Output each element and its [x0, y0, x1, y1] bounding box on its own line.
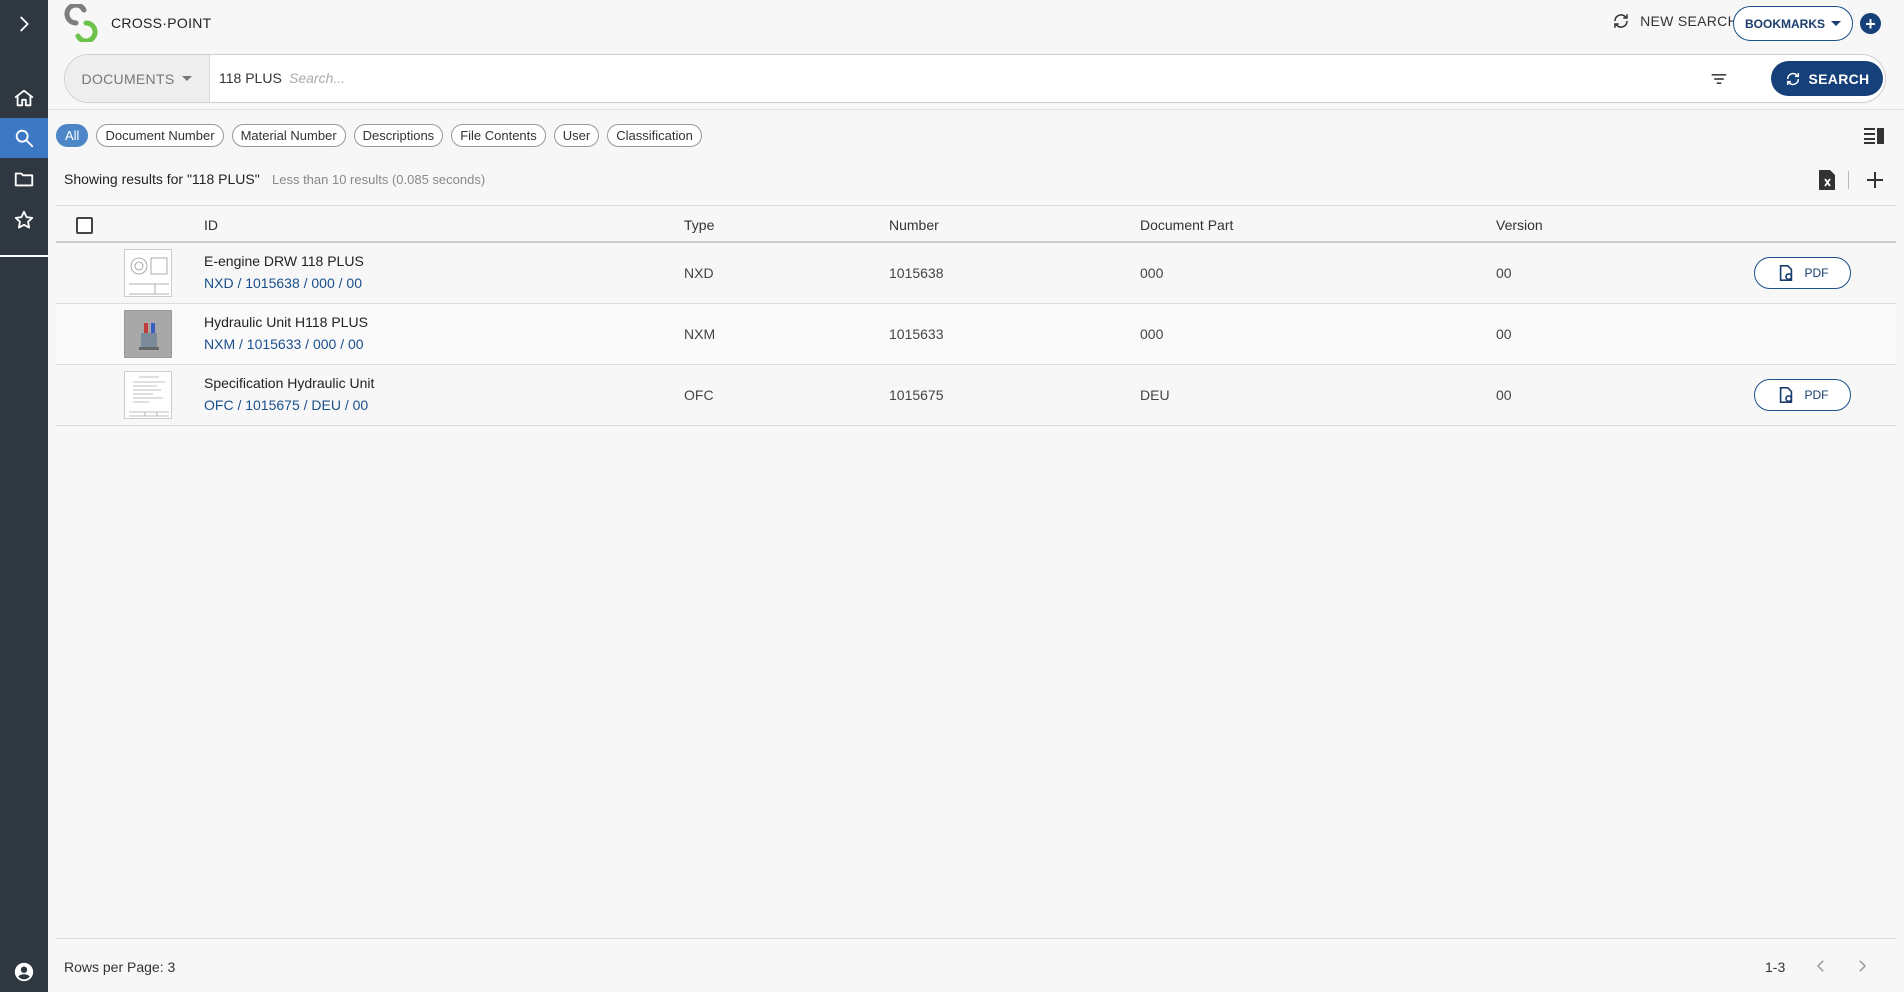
chevron-right-icon	[20, 16, 29, 32]
cell-version: 00	[1496, 387, 1512, 403]
chip-document-number[interactable]: Document Number	[96, 124, 224, 147]
table-row[interactable]: Hydraulic Unit H118 PLUS NXM / 1015633 /…	[56, 304, 1896, 365]
chip-descriptions[interactable]: Descriptions	[353, 124, 444, 147]
search-query-chip[interactable]: 118 PLUS	[219, 70, 282, 86]
chip-file-contents[interactable]: File Contents	[451, 124, 546, 147]
column-type[interactable]: Type	[684, 217, 714, 233]
export-excel-icon[interactable]	[1817, 169, 1837, 191]
search-bar: DOCUMENTS 118 PLUS SEARCH	[64, 54, 1886, 103]
previous-page-button[interactable]	[1812, 957, 1830, 975]
column-number[interactable]: Number	[889, 217, 939, 233]
search-icon	[15, 129, 34, 148]
brand-name: CROSS·POINT	[111, 15, 212, 31]
chip-user[interactable]: User	[553, 124, 600, 147]
add-icon[interactable]	[1864, 169, 1886, 191]
view-toggle-icon[interactable]	[1864, 127, 1884, 145]
cell-number: 1015675	[889, 387, 944, 403]
column-document-part[interactable]: Document Part	[1140, 217, 1233, 233]
star-icon	[14, 210, 34, 229]
sidebar-item-folders[interactable]	[0, 159, 48, 199]
drawing-thumbnail	[124, 249, 172, 297]
table-footer: Rows per Page: 3 1-3	[56, 938, 1896, 992]
category-label: DOCUMENTS	[81, 70, 175, 87]
caret-down-icon	[1831, 21, 1841, 26]
top-header: CROSS·POINT NEW SEARCH BOOKMARKS +	[48, 0, 1904, 46]
bookmarks-dropdown[interactable]: BOOKMARKS	[1733, 6, 1853, 41]
cell-document-part: 000	[1140, 265, 1164, 281]
table-header: ID Type Number Document Part Version	[56, 205, 1896, 243]
filter-icon[interactable]	[1709, 69, 1729, 89]
table-row[interactable]: E-engine DRW 118 PLUS NXD / 1015638 / 00…	[56, 243, 1896, 304]
chip-classification[interactable]: Classification	[607, 124, 702, 147]
row-identifier[interactable]: NXD / 1015638 / 000 / 00	[204, 275, 362, 291]
row-identifier[interactable]: NXM / 1015633 / 000 / 00	[204, 336, 364, 352]
search-button[interactable]: SEARCH	[1771, 61, 1883, 96]
chevron-right-icon	[1859, 960, 1867, 972]
search-input[interactable]	[289, 65, 1189, 91]
column-version[interactable]: Version	[1496, 217, 1543, 233]
cell-document-part: 000	[1140, 326, 1164, 342]
chip-material-number[interactable]: Material Number	[231, 124, 346, 147]
toolbar-separator	[1848, 171, 1849, 189]
sidebar	[0, 0, 48, 992]
divider	[48, 109, 1904, 110]
category-select[interactable]: DOCUMENTS	[65, 55, 210, 102]
pdf-button[interactable]: PDF	[1754, 257, 1851, 289]
row-title[interactable]: Specification Hydraulic Unit	[204, 375, 374, 391]
pdf-button-label: PDF	[1804, 388, 1829, 402]
pdf-button-label: PDF	[1804, 266, 1829, 280]
new-search-label: NEW SEARCH	[1640, 13, 1738, 29]
add-bookmark-button[interactable]: +	[1860, 13, 1881, 34]
document-thumbnail	[124, 371, 172, 419]
search-button-label: SEARCH	[1808, 70, 1870, 87]
row-identifier[interactable]: OFC / 1015675 / DEU / 00	[204, 397, 368, 413]
chevron-left-icon	[1816, 960, 1824, 972]
next-page-button[interactable]	[1853, 957, 1871, 975]
column-id[interactable]: ID	[204, 217, 218, 233]
select-all-checkbox[interactable]	[76, 217, 93, 234]
cell-type: OFC	[684, 387, 714, 403]
caret-down-icon	[182, 76, 193, 81]
refresh-icon	[1786, 72, 1799, 85]
chip-all[interactable]: All	[56, 124, 89, 147]
results-summary: Showing results for "118 PLUS"	[64, 171, 260, 187]
sidebar-divider	[0, 255, 48, 257]
pdf-file-icon	[1779, 264, 1792, 282]
rows-per-page[interactable]: Rows per Page: 3	[64, 959, 175, 975]
cell-document-part: DEU	[1140, 387, 1170, 403]
sidebar-item-search[interactable]	[0, 118, 48, 158]
model-thumbnail	[124, 310, 172, 358]
results-table: ID Type Number Document Part Version E-e…	[56, 205, 1896, 426]
row-title[interactable]: E-engine DRW 118 PLUS	[204, 253, 364, 269]
cell-type: NXM	[684, 326, 716, 342]
pdf-file-icon	[1779, 386, 1792, 404]
folder-icon	[14, 172, 34, 187]
filter-chips: All Document Number Material Number Desc…	[56, 124, 702, 147]
cell-version: 00	[1496, 326, 1512, 342]
sidebar-item-home[interactable]	[0, 78, 48, 118]
cell-number: 1015633	[889, 326, 944, 342]
results-meta: Less than 10 results (0.085 seconds)	[272, 172, 486, 187]
page-range: 1-3	[1765, 959, 1786, 975]
bookmarks-label: BOOKMARKS	[1745, 16, 1825, 31]
new-search-button[interactable]: NEW SEARCH	[1612, 12, 1738, 30]
pdf-button[interactable]: PDF	[1754, 379, 1851, 411]
account-button[interactable]	[0, 952, 48, 992]
cell-number: 1015638	[889, 265, 944, 281]
expand-sidebar-button[interactable]	[0, 4, 48, 44]
home-icon	[14, 89, 34, 107]
row-title[interactable]: Hydraulic Unit H118 PLUS	[204, 314, 368, 330]
crosspoint-logo-icon	[64, 4, 98, 42]
refresh-icon	[1614, 14, 1628, 28]
plus-circle-icon: +	[1865, 13, 1876, 34]
cell-type: NXD	[684, 265, 714, 281]
cell-version: 00	[1496, 265, 1512, 281]
sidebar-item-favorites[interactable]	[0, 200, 48, 240]
table-row[interactable]: Specification Hydraulic Unit OFC / 10156…	[56, 365, 1896, 426]
account-icon	[14, 962, 34, 982]
